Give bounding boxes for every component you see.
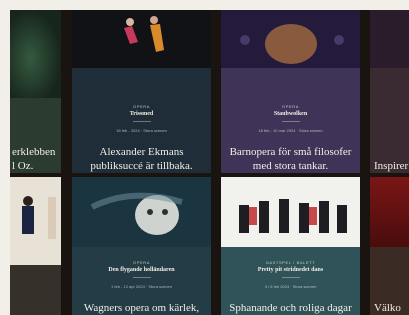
divider — [132, 277, 151, 278]
event-card-body: OPERA Den flygande holländaren 1 feb - 1… — [72, 254, 211, 315]
event-headline: Inspirer — [374, 160, 409, 172]
event-date: 3 / 8 feb 2024 · Stora scenen — [264, 284, 317, 289]
event-category: OPERA — [132, 260, 150, 265]
event-headline: Wagners opera om kärlek, — [83, 302, 200, 314]
event-card-1[interactable]: erklebben l Oz. — [10, 10, 61, 173]
event-date: 1 feb - 12 apr 2024 · Stora scenen — [111, 284, 172, 289]
event-card-4[interactable]: Inspirer — [370, 10, 409, 173]
event-card-2[interactable]: OPERA Trissmed 18 feb - 2024 · Stora sce… — [72, 10, 211, 173]
event-headline: Barnopera för små filosofer med stora ta… — [229, 146, 352, 172]
event-headline: Välko — [374, 302, 401, 314]
event-image — [10, 177, 61, 265]
event-image — [370, 10, 409, 68]
event-image — [221, 177, 360, 247]
stage-photo — [221, 10, 360, 68]
event-card-3[interactable]: OPERA Staubwolken 18 feb - 10 mar 2024 ·… — [221, 10, 360, 173]
event-headline: Sphanande och roliga dagar — [229, 302, 352, 314]
event-title: Staubwolken — [273, 111, 308, 117]
event-card-6[interactable]: OPERA Den flygande holländaren 1 feb - 1… — [72, 177, 211, 315]
event-title: Den flygande holländaren — [108, 267, 175, 273]
divider — [132, 121, 151, 122]
event-image — [10, 10, 61, 98]
mask-photo — [72, 177, 211, 247]
event-card-body: GASTSPEL / BALETT Pretty pit stridnedet … — [221, 254, 360, 315]
event-image — [72, 10, 211, 68]
event-category: OPERA — [132, 104, 150, 109]
event-title: Trissmed — [129, 111, 154, 117]
event-image — [221, 10, 360, 68]
event-card-7[interactable]: GASTSPEL / BALETT Pretty pit stridnedet … — [221, 177, 360, 315]
event-card-body: Välko — [370, 289, 409, 315]
event-headline: erklebben l Oz. — [12, 146, 56, 172]
event-date: 18 feb - 10 mar 2024 · Stora scenen — [258, 128, 323, 133]
event-card-body: OPERA Staubwolken 18 feb - 10 mar 2024 ·… — [221, 98, 360, 173]
event-image — [72, 177, 211, 247]
event-card-5[interactable] — [10, 177, 61, 315]
event-card-body: OPERA Trissmed 18 feb - 2024 · Stora sce… — [72, 98, 211, 173]
divider — [281, 121, 300, 122]
performer-photo — [10, 177, 61, 265]
event-card-body — [10, 303, 61, 315]
divider — [281, 277, 300, 278]
dancers-photo — [72, 10, 211, 68]
event-category: OPERA — [281, 104, 299, 109]
event-date: 18 feb - 2024 · Stora scenen — [116, 128, 167, 133]
event-title: Pretty pit stridnedet dans — [257, 267, 324, 273]
event-headline: Alexander Ekmans publiksuccé är tillbaka… — [90, 146, 193, 172]
event-image — [370, 177, 409, 247]
event-card-body: erklebben l Oz. — [10, 133, 61, 173]
dance-group-photo — [221, 177, 360, 247]
event-grid: erklebben l Oz. OPERA Trissmed 18 feb - … — [10, 10, 409, 315]
event-category: GASTSPEL / BALETT — [265, 260, 316, 265]
event-card-8[interactable]: Välko — [370, 177, 409, 315]
event-card-body: Inspirer — [370, 147, 409, 173]
